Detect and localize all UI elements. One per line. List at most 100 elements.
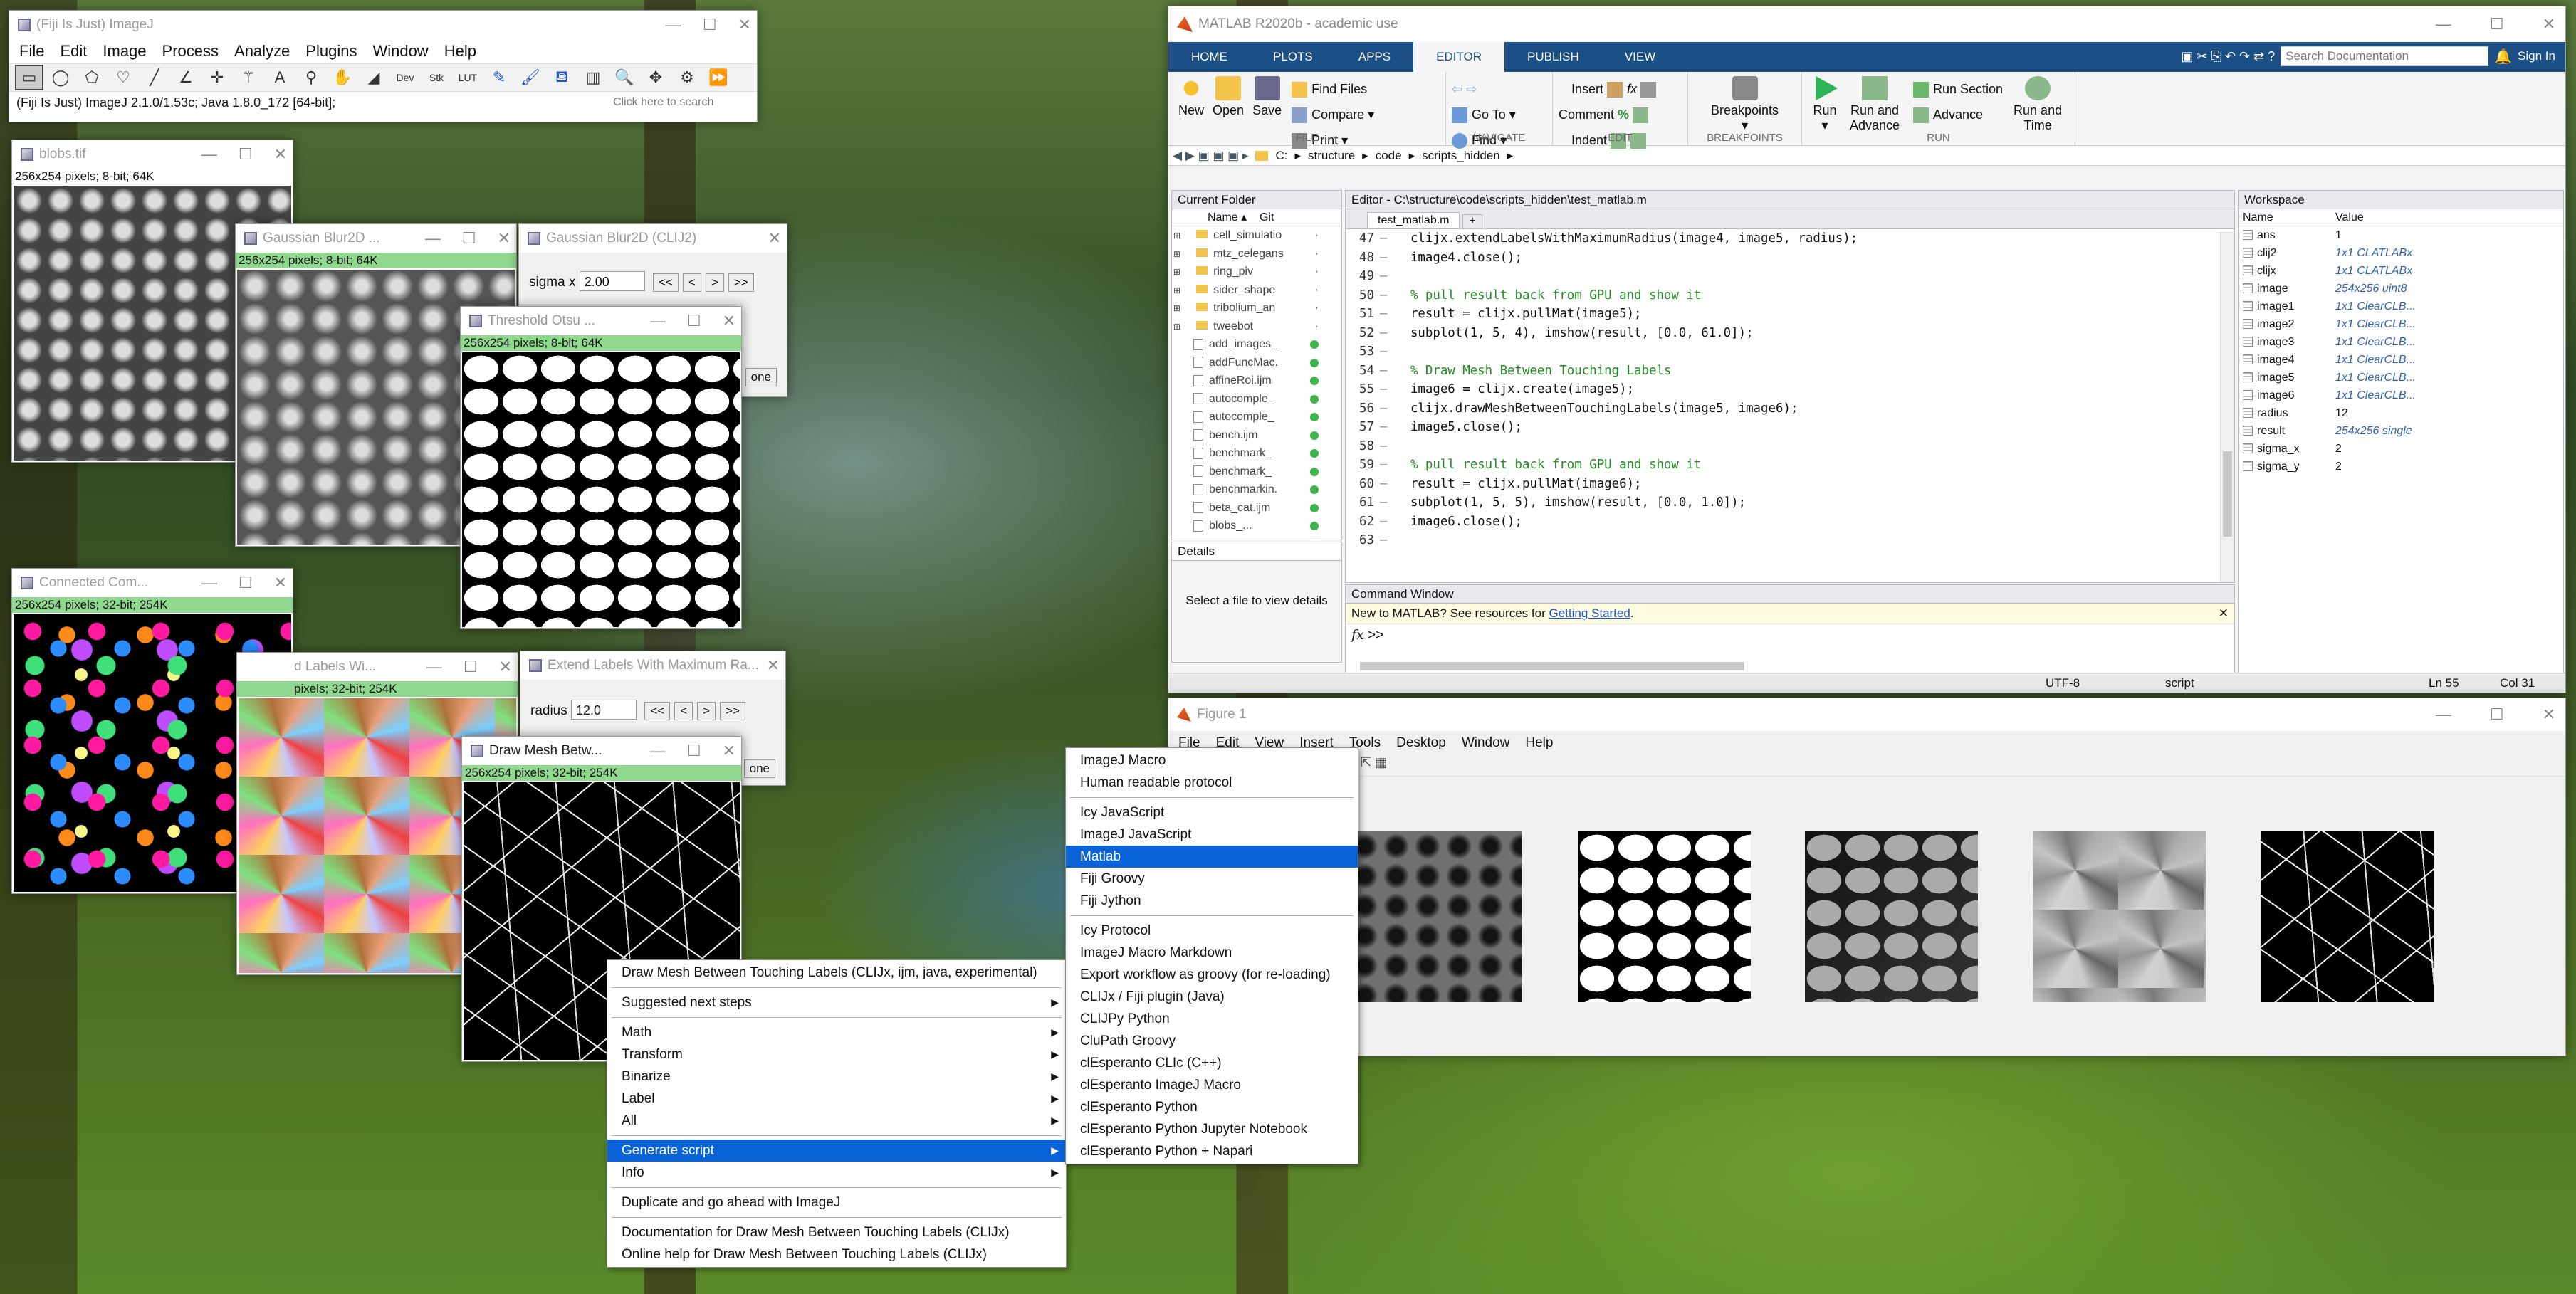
- context-menu-item[interactable]: Label ▶: [607, 1088, 1066, 1110]
- code-line[interactable]: 62– image6.close();: [1346, 512, 2234, 532]
- workspace-row[interactable]: clijx 1x1 CLATLABx: [2239, 262, 2563, 280]
- advance-button[interactable]: Advance: [1913, 102, 2003, 127]
- expand-icon[interactable]: ⊞: [1173, 303, 1180, 313]
- folder-row[interactable]: ⊞ mtz_celegans ·: [1172, 245, 1341, 263]
- menu-file[interactable]: File: [19, 42, 44, 61]
- maximize-icon[interactable]: ☐: [2490, 15, 2504, 33]
- gaussian-dialog-titlebar[interactable]: Gaussian Blur2D (CLIJ2) ✕: [519, 224, 787, 253]
- maximize-icon[interactable]: ☐: [462, 229, 476, 248]
- minimize-icon[interactable]: —: [201, 145, 217, 164]
- fig-menu-help[interactable]: Help: [1525, 735, 1553, 751]
- matlab-titlebar[interactable]: MATLAB R2020b - academic use — ☐ ✕: [1168, 6, 2565, 42]
- context-menu-item[interactable]: Online help for Draw Mesh Between Touchi…: [607, 1243, 1066, 1266]
- context-menu-item[interactable]: All ▶: [607, 1110, 1066, 1132]
- context-menu-item[interactable]: Info ▶: [607, 1162, 1066, 1184]
- angle-tool-icon[interactable]: ∠: [172, 65, 200, 90]
- extended-labels-titlebar[interactable]: d Labels Wi... — ☐ ✕: [237, 653, 518, 681]
- workspace-row[interactable]: result 254x256 single: [2239, 422, 2563, 440]
- workspace-row[interactable]: ans 1: [2239, 226, 2563, 244]
- threshold-titlebar[interactable]: Threshold Otsu ... — ☐ ✕: [461, 307, 741, 335]
- rectangle-tool-icon[interactable]: ▭: [15, 65, 43, 90]
- minimize-icon[interactable]: —: [201, 574, 217, 592]
- menu-plugins[interactable]: Plugins: [305, 42, 357, 61]
- folder-row[interactable]: ⊞ cell_simulatio ·: [1172, 226, 1341, 245]
- magnifier-tool-icon[interactable]: 🔍: [610, 65, 639, 90]
- editor-scrollbar[interactable]: [2220, 231, 2234, 582]
- code-line[interactable]: 51– result = clijx.pullMat(image5);: [1346, 305, 2234, 324]
- workspace-row[interactable]: radius 12: [2239, 404, 2563, 422]
- minimize-icon[interactable]: —: [2436, 705, 2451, 724]
- maximize-icon[interactable]: ☐: [687, 742, 701, 760]
- close-icon[interactable]: ✕: [498, 229, 511, 248]
- sign-in-link[interactable]: Sign In: [2518, 49, 2555, 63]
- workspace-row[interactable]: image2 1x1 ClearCLB...: [2239, 315, 2563, 333]
- back-forward-icons[interactable]: ⇦ ⇨: [1452, 76, 1546, 102]
- bell-icon[interactable]: 🔔: [2494, 48, 2512, 65]
- file-row[interactable]: benchmark_: [1172, 444, 1341, 463]
- file-row[interactable]: beta_cat.ijm: [1172, 499, 1341, 517]
- context-menu-item[interactable]: Draw Mesh Between Touching Labels (CLIJx…: [607, 962, 1066, 984]
- workspace-row[interactable]: clij2 1x1 CLATLABx: [2239, 244, 2563, 262]
- file-row[interactable]: benchmark_: [1172, 463, 1341, 481]
- code-line[interactable]: 57– image5.close();: [1346, 418, 2234, 437]
- minimize-icon[interactable]: —: [650, 742, 666, 760]
- workspace-row[interactable]: image1 1x1 ClearCLB...: [2239, 298, 2563, 315]
- minimize-icon[interactable]: —: [650, 312, 666, 330]
- workspace-row[interactable]: image3 1x1 ClearCLB...: [2239, 333, 2563, 351]
- context-menu-item[interactable]: Binarize ▶: [607, 1066, 1066, 1088]
- lut-tool-button[interactable]: LUT: [454, 65, 482, 90]
- close-icon[interactable]: ✕: [2543, 705, 2555, 724]
- script-menu-item[interactable]: ImageJ Macro: [1066, 749, 1358, 772]
- script-menu-item[interactable]: clEsperanto Python Jupyter Notebook: [1066, 1118, 1358, 1140]
- workspace-row[interactable]: image5 1x1 ClearCLB...: [2239, 369, 2563, 386]
- tab-view[interactable]: VIEW: [1602, 42, 1678, 72]
- freehand-tool-icon[interactable]: ♡: [109, 65, 137, 90]
- polygon-tool-icon[interactable]: ⬠: [78, 65, 106, 90]
- getting-started-link[interactable]: Getting Started: [1549, 606, 1630, 620]
- minimize-icon[interactable]: —: [425, 229, 441, 248]
- file-row[interactable]: add_images_: [1172, 335, 1341, 354]
- script-menu-item[interactable]: CLIJx / Fiji plugin (Java): [1066, 986, 1358, 1008]
- pointer-icon[interactable]: ⇱: [1361, 755, 1371, 769]
- workspace-row[interactable]: image6 1x1 ClearCLB...: [2239, 386, 2563, 404]
- minimize-icon[interactable]: —: [666, 16, 681, 34]
- maximize-icon[interactable]: ☐: [703, 16, 717, 34]
- maximize-icon[interactable]: ☐: [464, 658, 478, 676]
- command-hscroll[interactable]: [1360, 662, 1744, 670]
- run-section-button[interactable]: Run Section: [1913, 76, 2003, 102]
- radius-decrease-big-button[interactable]: <<: [644, 702, 671, 720]
- file-row[interactable]: autocomple_: [1172, 408, 1341, 426]
- stk-tool-button[interactable]: Stk: [422, 65, 451, 90]
- code-line[interactable]: 55– image6 = clijx.create(image5);: [1346, 380, 2234, 399]
- code-line[interactable]: 53–: [1346, 342, 2234, 362]
- radius-increase-big-button[interactable]: >>: [720, 702, 745, 720]
- figure-titlebar[interactable]: Figure 1 — ☐ ✕: [1168, 698, 2565, 731]
- script-menu-item[interactable]: clEsperanto ImageJ Macro: [1066, 1074, 1358, 1096]
- maximize-icon[interactable]: ☐: [2490, 705, 2504, 724]
- context-menu-item[interactable]: Documentation for Draw Mesh Between Touc…: [607, 1221, 1066, 1243]
- script-menu-item[interactable]: Icy Protocol: [1066, 920, 1358, 942]
- code-line[interactable]: 54– % Draw Mesh Between Touching Labels: [1346, 362, 2234, 381]
- draw-mesh-titlebar[interactable]: Draw Mesh Betw... — ☐ ✕: [462, 737, 741, 765]
- tab-publish[interactable]: PUBLISH: [1504, 42, 1602, 72]
- sigma-decrease-button[interactable]: <: [682, 273, 701, 292]
- menu-image[interactable]: Image: [103, 42, 146, 61]
- maximize-icon[interactable]: ☐: [239, 574, 253, 592]
- col-git-header[interactable]: Git: [1260, 211, 1274, 223]
- close-icon[interactable]: ✕: [499, 658, 512, 676]
- radius-field[interactable]: 12.0: [571, 700, 637, 720]
- close-icon[interactable]: ✕: [2543, 15, 2555, 33]
- imagej-titlebar[interactable]: (Fiji Is Just) ImageJ — ☐ ✕: [9, 11, 757, 39]
- point-tool-icon[interactable]: ✛: [203, 65, 231, 90]
- expand-icon[interactable]: ⊞: [1173, 285, 1180, 295]
- breakpoints-button[interactable]: Breakpoints ▾: [1711, 76, 1779, 133]
- script-menu-item[interactable]: Fiji Jython: [1066, 890, 1358, 912]
- subplot-1-image[interactable]: [1349, 831, 1522, 1002]
- workspace-row[interactable]: image 254x256 uint8: [2239, 280, 2563, 298]
- code-line[interactable]: 49–: [1346, 267, 2234, 286]
- script-menu-item[interactable]: CLIJPy Python: [1066, 1008, 1358, 1030]
- ws-col-value[interactable]: Value: [2335, 209, 2364, 226]
- wand-tool-icon[interactable]: ⚚: [234, 65, 263, 90]
- sigma-increase-big-button[interactable]: >>: [728, 273, 754, 292]
- radius-decrease-button[interactable]: <: [674, 702, 693, 720]
